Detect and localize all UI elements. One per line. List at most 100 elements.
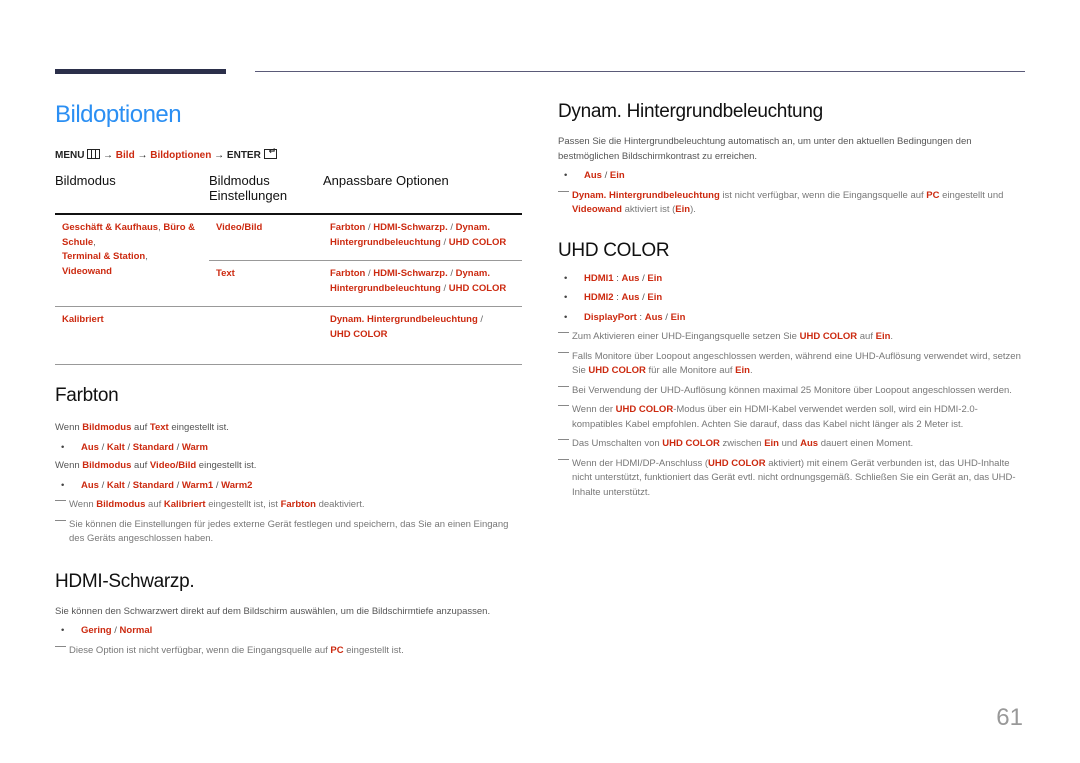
hdmi-description: Sie können den Schwarzwert direkt auf de… [55,605,491,617]
arrow: → [103,150,114,161]
sep: / [447,268,456,279]
page-number: 61 [996,704,1023,731]
sep: / [601,170,610,181]
option: UHD COLOR [330,328,388,340]
option: HDMI-Schwarzp. [373,222,448,233]
uhd-note-switching: Das Umschalten von UHD COLOR zwischen Ei… [558,437,1025,452]
option: Ein [647,292,663,303]
group-rows: Video/Bild Farbton / HDMI-Schwarzp. / Dy… [209,215,522,306]
text: Kalibriert [163,499,206,510]
sep: / [173,441,182,453]
option: Kalt [106,441,125,453]
text: Wenn [55,422,83,433]
text: eingestellt ist. [168,422,229,433]
text: deaktiviert. [315,499,365,510]
port: HDMI1 [584,272,614,284]
sep: / [124,479,133,491]
header-optionen: Anpassbare Optionen [323,173,449,188]
table-group: Kalibriert Dynam. Hintergrundbeleuchtung… [55,307,522,365]
farbton-options-video: Aus / Kalt / Standard / Warm1 / Warm2 [55,479,522,494]
text: UHD COLOR [799,331,858,342]
dynam-options: Aus / Ein [558,169,1025,184]
port: HDMI2 [584,292,614,303]
option: UHD COLOR [448,236,507,248]
hdmi-heading: HDMI-Schwarzp. [55,570,195,592]
sep: , [145,251,148,262]
page-title: Bildoptionen [55,101,182,128]
options-cell: Dynam. Hintergrundbeleuchtung / UHD COLO… [323,307,522,364]
text: und [778,438,801,449]
table-group: Geschäft & Kaufhaus, Büro & Schule, Term… [55,215,522,307]
text: Wenn der HDMI/DP-Anschluss ( [572,457,709,469]
text: Video/Bild [149,460,197,471]
arrow: → [137,150,148,161]
farbton-note-external: Sie können die Einstellungen für jedes e… [55,518,522,547]
text: ). [690,204,696,215]
section-farbton: Farbton Wenn Bildmodus auf Text eingeste… [55,385,522,547]
header-rule-thin [255,71,1025,72]
option: Warm [181,441,208,453]
text: Wenn [69,499,97,510]
option: Farbton [330,268,366,279]
text: Wenn [55,460,83,471]
text: Bildmodus [96,499,146,510]
setting-cell [209,307,323,364]
sep: / [124,441,133,453]
text: Wenn der [572,404,616,415]
text: auf [131,460,150,471]
text: Farbton [280,499,316,510]
enter-label: ENTER [226,150,261,161]
farbton-options-text: Aus / Kalt / Standard / Warm [55,441,522,456]
section-uhd-color: UHD COLOR HDMI1 : Aus / Ein HDMI2 : Aus … [558,240,1025,501]
option: Ein [670,311,686,323]
sep: , [93,236,96,248]
uhd-heading: UHD COLOR [558,239,670,261]
text: auf [131,422,150,433]
text: Ein [764,438,779,449]
text: eingestellt ist. [343,644,404,656]
farbton-heading: Farbton [55,385,119,406]
option: Aus [81,479,99,491]
text: . [749,365,753,376]
option: Aus [621,292,640,303]
mode-text: Terminal & Station [62,251,146,262]
header-rule-thick [55,69,226,74]
menu-label: MENU [55,150,85,161]
text: Dynam. Hintergrundbeleuchtung [572,189,720,201]
mode-cell: Geschäft & Kaufhaus, Büro & Schule, Term… [55,215,209,306]
options-cell: Farbton / HDMI-Schwarzp. / Dynam. Hinter… [323,215,522,260]
text: eingestellt ist. [196,460,257,471]
options-cell: Farbton / HDMI-Schwarzp. / Dynam. Hinter… [323,261,522,306]
sep: / [173,479,182,491]
menu-step-bild: Bild [115,150,135,161]
mode-cell: Kalibriert [62,314,104,325]
farbton-condition-video: Wenn Bildmodus auf Video/Bild eingestell… [55,459,522,474]
sep: / [447,222,456,233]
option: Farbton [330,222,366,233]
text: Bildmodus [82,460,132,471]
mode-text: Geschäft & Kaufhaus [62,222,159,233]
sep: / [111,625,120,636]
text: dauert einen Moment. [818,438,914,449]
menu-step-bildoptionen: Bildoptionen [150,150,212,161]
table-header: Bildmodus Bildmodus Einstellungen Anpass… [55,173,522,203]
table-row: Dynam. Hintergrundbeleuchtung / UHD COLO… [209,307,522,364]
sep: / [98,479,107,491]
option: Aus [621,272,640,284]
text: UHD COLOR [708,457,766,469]
sep: / [213,479,222,491]
option: Standard [132,441,174,453]
sep: / [477,314,484,325]
text: auf [145,499,164,510]
table-row: Text Farbton / HDMI-Schwarzp. / Dynam. H… [209,260,522,306]
text: Aus [800,438,819,449]
text: Ein [675,204,691,215]
mode-text: Videowand [62,265,112,277]
uhd-note-cable: Wenn der UHD COLOR-Modus über ein HDMI-K… [558,403,1025,432]
uhd-item-hdmi2: HDMI2 : Aus / Ein [558,291,1025,306]
text: für alle Monitore auf [645,365,736,376]
text: UHD COLOR [615,404,674,415]
uhd-note-compatibility: Wenn der HDMI/DP-Anschluss (UHD COLOR ak… [558,457,1025,501]
sep: : [636,311,645,323]
sep: / [440,282,449,294]
